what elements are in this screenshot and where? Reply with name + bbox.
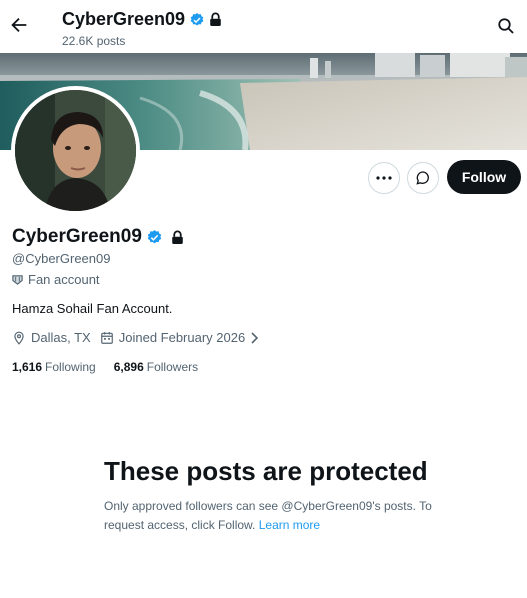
fan-account-icon (12, 275, 23, 285)
join-date-text: Joined February 2026 (118, 330, 246, 345)
bio: Hamza Sohail Fan Account. (12, 301, 173, 316)
protected-title: These posts are protected (104, 456, 428, 486)
protected-notice: These posts are protected Only approved … (104, 456, 434, 535)
followers-label: Followers (146, 360, 199, 374)
header-title: CyberGreen09 (62, 9, 222, 30)
follow-stats: 1,616 Following 6,896 Followers (12, 360, 216, 374)
location-pin-icon (14, 331, 24, 345)
lock-icon (172, 230, 183, 244)
location: Dallas, TX (12, 330, 91, 345)
learn-more-link[interactable]: Learn more (259, 518, 320, 532)
join-date[interactable]: Joined February 2026 (100, 330, 259, 345)
header-name: CyberGreen09 (62, 9, 186, 29)
profile-name-row: CyberGreen09 (12, 226, 184, 248)
following-link[interactable]: 1,616 Following (12, 360, 96, 374)
handle: @CyberGreen09 (12, 251, 111, 266)
following-label: Following (45, 360, 96, 374)
follow-button[interactable]: Follow (447, 160, 521, 194)
avatar[interactable] (11, 86, 140, 215)
more-button[interactable] (368, 162, 400, 194)
post-count: 22.6K posts (62, 34, 126, 48)
verified-badge-icon[interactable] (146, 229, 163, 246)
account-label-text: Fan account (28, 272, 100, 287)
chevron-right-icon (251, 331, 259, 344)
back-arrow-icon[interactable] (8, 14, 30, 36)
location-text: Dallas, TX (31, 330, 91, 345)
account-label: Fan account (12, 272, 100, 287)
top-bar: CyberGreen09 22.6K posts (0, 0, 527, 53)
profile-meta: Dallas, TX Joined February 2026 (12, 330, 267, 345)
followers-count: 6,896 (113, 360, 144, 374)
more-dots-icon (376, 176, 392, 180)
lock-icon (210, 12, 221, 26)
verified-badge-icon (190, 12, 204, 26)
following-count: 1,616 (12, 360, 43, 374)
grok-button[interactable] (407, 162, 439, 194)
calendar-icon (100, 331, 113, 344)
search-icon[interactable] (497, 17, 515, 35)
chat-bubble-icon (416, 171, 429, 185)
display-name: CyberGreen09 (12, 226, 142, 247)
protected-body: Only approved followers can see @CyberGr… (104, 497, 434, 535)
followers-link[interactable]: 6,896 Followers (114, 360, 198, 374)
